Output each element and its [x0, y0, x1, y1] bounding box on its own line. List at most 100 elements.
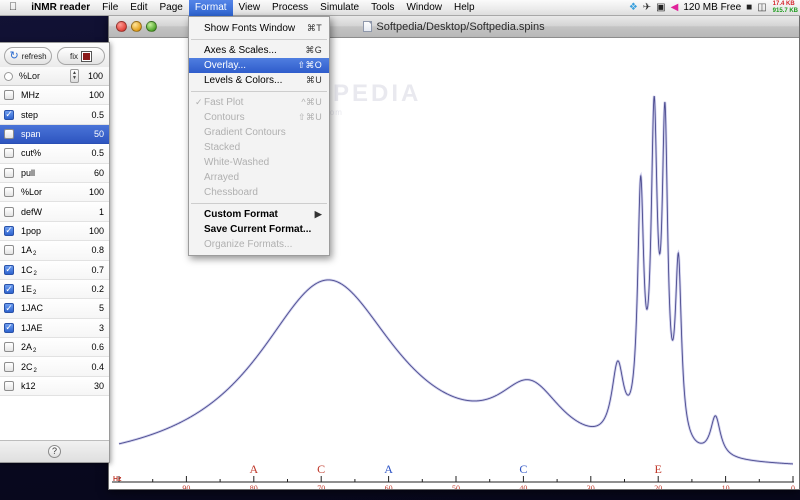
- refresh-button[interactable]: ↻ refresh: [4, 47, 52, 65]
- parameter-name: MHz: [21, 90, 40, 101]
- parameter-row[interactable]: ✓ 1E2 0.2: [0, 279, 109, 300]
- menubar-item-view[interactable]: View: [233, 0, 267, 16]
- drive-icon[interactable]: ◫: [757, 2, 766, 13]
- parameter-value[interactable]: 0.6: [91, 342, 104, 352]
- parameter-row[interactable]: ✓ 1JAC 5: [0, 299, 109, 319]
- spin-parameter-value[interactable]: 100: [79, 71, 105, 81]
- menu-item-overlay[interactable]: Overlay... ⇧⌘O: [189, 58, 329, 73]
- menu-item-contours: Contours ⇧⌘U: [189, 110, 329, 125]
- parameter-value[interactable]: 0.4: [91, 362, 104, 372]
- parameter-name: %Lor: [21, 187, 43, 198]
- parameter-value[interactable]: 0.5: [91, 110, 104, 120]
- radio-button[interactable]: [4, 71, 13, 81]
- menubar-item-simulate[interactable]: Simulate: [314, 0, 365, 16]
- system-menubar[interactable]:  iNMR reader FileEditPageFormatViewProc…: [0, 0, 800, 16]
- menu-item-levels-colors[interactable]: Levels & Colors... ⌘U: [189, 73, 329, 88]
- menubar-item-file[interactable]: File: [96, 0, 124, 16]
- parameter-value[interactable]: 0.2: [91, 284, 104, 294]
- parameter-row[interactable]: ✓ 1JAE 3: [0, 318, 109, 339]
- menu-item-label: Fast Plot: [204, 97, 244, 108]
- eject-icon[interactable]: ◀: [671, 2, 679, 13]
- parameter-value[interactable]: 3: [99, 323, 104, 333]
- parameter-checkbox[interactable]: ✓: [4, 109, 14, 120]
- parameter-value[interactable]: 0.8: [91, 245, 104, 255]
- parameter-value[interactable]: 50: [94, 129, 104, 139]
- parameter-row[interactable]: span 50: [0, 124, 109, 145]
- parameter-row[interactable]: cut% 0.5: [0, 144, 109, 164]
- parameter-name: 2C2: [21, 361, 37, 374]
- parameter-value[interactable]: 30: [94, 381, 104, 391]
- parameter-row[interactable]: pull 60: [0, 163, 109, 183]
- parameter-value[interactable]: 0.5: [91, 148, 104, 158]
- parameter-checkbox[interactable]: [4, 90, 14, 101]
- parameter-checkbox[interactable]: ✓: [4, 322, 14, 333]
- apple-logo-icon[interactable]: : [0, 2, 25, 13]
- menubar-item-tools[interactable]: Tools: [365, 0, 400, 16]
- bird-icon[interactable]: ✈: [643, 2, 651, 13]
- parameter-row[interactable]: 2C2 0.4: [0, 357, 109, 377]
- dropbox-icon[interactable]: ❖: [629, 2, 638, 13]
- parameter-row[interactable]: defW 1: [0, 202, 109, 222]
- menu-item-show-fonts-window[interactable]: Show Fonts Window ⌘T: [189, 21, 329, 36]
- parameter-checkbox[interactable]: [4, 187, 14, 198]
- parameter-row[interactable]: ✓ 1pop 100: [0, 221, 109, 242]
- peak-marker-label: C: [519, 462, 528, 476]
- parameter-list[interactable]: MHz 100 ✓ step 0.5 span 50 cut% 0.5 pull 60 %Lor 100…: [0, 86, 109, 440]
- parameter-name: defW: [21, 206, 43, 217]
- menu-item-shortcut: ⇧⌘U: [298, 112, 322, 122]
- parameter-checkbox[interactable]: ✓: [4, 303, 14, 314]
- battery-icon[interactable]: ■: [746, 2, 752, 13]
- parameter-row[interactable]: 1A2 0.8: [0, 241, 109, 261]
- help-button[interactable]: ?: [48, 445, 61, 458]
- parameter-checkbox[interactable]: [4, 206, 14, 217]
- parameter-value[interactable]: 5: [99, 303, 104, 313]
- menubar-app-name[interactable]: iNMR reader: [25, 0, 96, 16]
- parameter-value[interactable]: 100: [89, 226, 104, 236]
- parameter-value[interactable]: 60: [94, 168, 104, 178]
- parameter-checkbox[interactable]: ✓: [4, 264, 14, 275]
- parameter-value[interactable]: 1: [99, 207, 104, 217]
- menu-item-custom-format[interactable]: Custom Format ▶: [189, 207, 329, 222]
- menu-item-save-current-format[interactable]: Save Current Format...: [189, 222, 329, 237]
- parameter-row[interactable]: ✓ step 0.5: [0, 105, 109, 125]
- menu-item-label: Contours: [204, 112, 245, 123]
- parameter-checkbox[interactable]: [4, 128, 14, 139]
- parameter-row[interactable]: ✓ 1C2 0.7: [0, 260, 109, 280]
- parameter-name: 1JAC: [21, 303, 44, 314]
- parameter-row[interactable]: k12 30: [0, 376, 109, 397]
- parameter-row[interactable]: 2A2 0.6: [0, 338, 109, 358]
- x-axis-tick-label: 10: [721, 484, 730, 490]
- menubar-item-edit[interactable]: Edit: [124, 0, 153, 16]
- menu-item-shortcut: ⌘U: [305, 75, 322, 85]
- memory-free-label: 120 MB Free: [683, 2, 742, 13]
- menu-separator: [191, 91, 327, 92]
- menu-item-axes-scales[interactable]: Axes & Scales... ⌘G: [189, 43, 329, 58]
- menubar-item-format[interactable]: Format: [188, 0, 233, 16]
- parameter-checkbox[interactable]: [4, 245, 14, 256]
- parameter-checkbox[interactable]: [4, 361, 14, 372]
- parameter-checkbox[interactable]: ✓: [4, 225, 14, 236]
- format-dropdown-menu[interactable]: Show Fonts Window ⌘T Axes & Scales... ⌘G Ove…: [188, 16, 330, 256]
- x-axis-tick-label: 0: [791, 484, 795, 490]
- parameter-checkbox[interactable]: [4, 381, 14, 392]
- menu-item-shortcut: ⌘T: [306, 23, 322, 33]
- menu-item-label: Chessboard: [204, 187, 258, 198]
- menubar-item-help[interactable]: Help: [448, 0, 481, 16]
- parameter-checkbox[interactable]: ✓: [4, 284, 14, 295]
- menubar-item-window[interactable]: Window: [400, 0, 448, 16]
- parameter-value[interactable]: 100: [89, 90, 104, 100]
- parameter-row[interactable]: %Lor 100: [0, 182, 109, 203]
- spin-parameter-row[interactable]: %Lor ▲ ▼ 100: [0, 67, 109, 86]
- parameter-checkbox[interactable]: [4, 167, 14, 178]
- parameter-value[interactable]: 100: [89, 187, 104, 197]
- parameter-row[interactable]: MHz 100: [0, 86, 109, 106]
- parameter-checkbox[interactable]: [4, 148, 14, 159]
- fix-button[interactable]: fix: [57, 47, 105, 65]
- stepper-icon[interactable]: ▲ ▼: [70, 69, 79, 83]
- color-swatch-icon[interactable]: [81, 50, 92, 62]
- display-icon[interactable]: ▣: [656, 2, 665, 13]
- menubar-item-process[interactable]: Process: [266, 0, 314, 16]
- parameter-value[interactable]: 0.7: [91, 265, 104, 275]
- menubar-item-page[interactable]: Page: [154, 0, 189, 16]
- parameter-checkbox[interactable]: [4, 342, 14, 353]
